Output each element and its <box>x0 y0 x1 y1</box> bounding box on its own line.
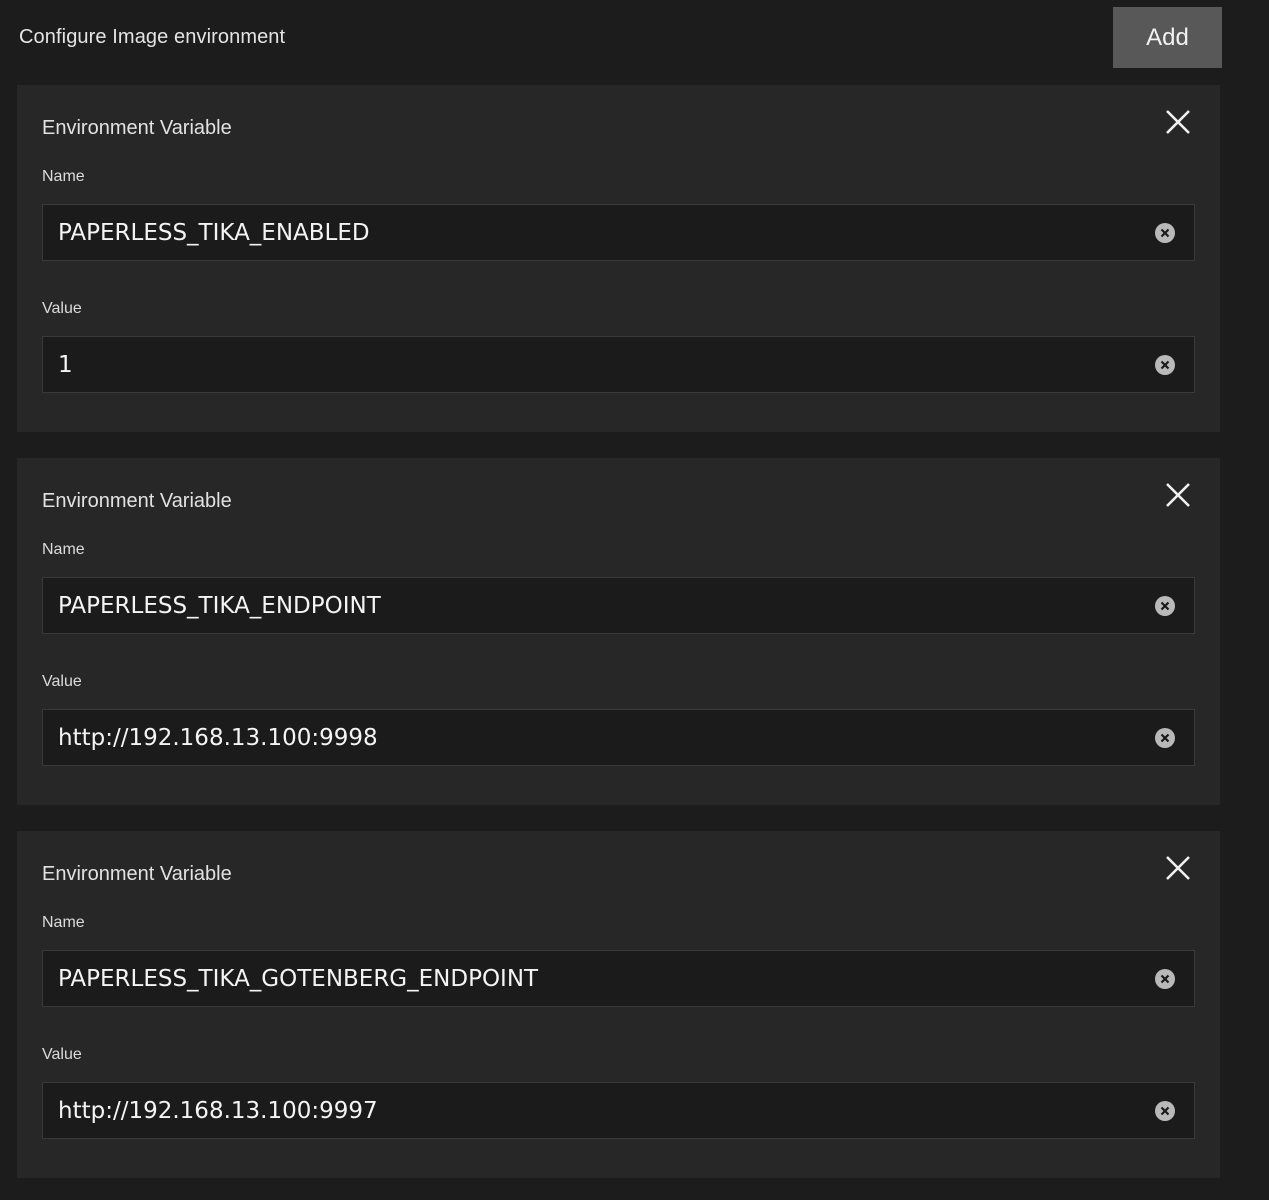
name-input[interactable] <box>43 205 1133 260</box>
name-label: Name <box>42 168 85 185</box>
card-title: Environment Variable <box>42 490 232 512</box>
remove-variable-button[interactable] <box>1160 477 1196 513</box>
value-label: Value <box>42 300 82 317</box>
env-variable-card: Environment Variable Name Value <box>17 831 1220 1178</box>
value-field <box>42 709 1195 766</box>
name-label: Name <box>42 541 85 558</box>
value-input[interactable] <box>43 710 1133 765</box>
name-field <box>42 204 1195 261</box>
value-input[interactable] <box>43 1083 1133 1138</box>
card-title: Environment Variable <box>42 863 232 885</box>
env-variable-card: Environment Variable Name Value <box>17 458 1220 805</box>
page-title: Configure Image environment <box>19 26 286 48</box>
value-input[interactable] <box>43 337 1133 392</box>
remove-variable-button[interactable] <box>1160 104 1196 140</box>
close-icon <box>1166 483 1190 507</box>
clear-name-button[interactable] <box>1154 222 1176 244</box>
clear-circle-icon <box>1155 1101 1175 1121</box>
clear-circle-icon <box>1155 596 1175 616</box>
name-field <box>42 577 1195 634</box>
clear-value-button[interactable] <box>1154 1100 1176 1122</box>
value-field <box>42 1082 1195 1139</box>
value-field <box>42 336 1195 393</box>
env-variable-card: Environment Variable Name Value <box>17 85 1220 432</box>
clear-circle-icon <box>1155 223 1175 243</box>
clear-circle-icon <box>1155 728 1175 748</box>
name-field <box>42 950 1195 1007</box>
section-header: Configure Image environment Add <box>0 0 1269 76</box>
value-label: Value <box>42 673 82 690</box>
card-title: Environment Variable <box>42 117 232 139</box>
name-input[interactable] <box>43 951 1133 1006</box>
value-label: Value <box>42 1046 82 1063</box>
clear-name-button[interactable] <box>1154 968 1176 990</box>
clear-circle-icon <box>1155 969 1175 989</box>
clear-circle-icon <box>1155 355 1175 375</box>
remove-variable-button[interactable] <box>1160 850 1196 886</box>
clear-value-button[interactable] <box>1154 727 1176 749</box>
close-icon <box>1166 856 1190 880</box>
name-label: Name <box>42 914 85 931</box>
name-input[interactable] <box>43 578 1133 633</box>
clear-value-button[interactable] <box>1154 354 1176 376</box>
clear-name-button[interactable] <box>1154 595 1176 617</box>
close-icon <box>1166 110 1190 134</box>
add-button[interactable]: Add <box>1113 7 1222 68</box>
